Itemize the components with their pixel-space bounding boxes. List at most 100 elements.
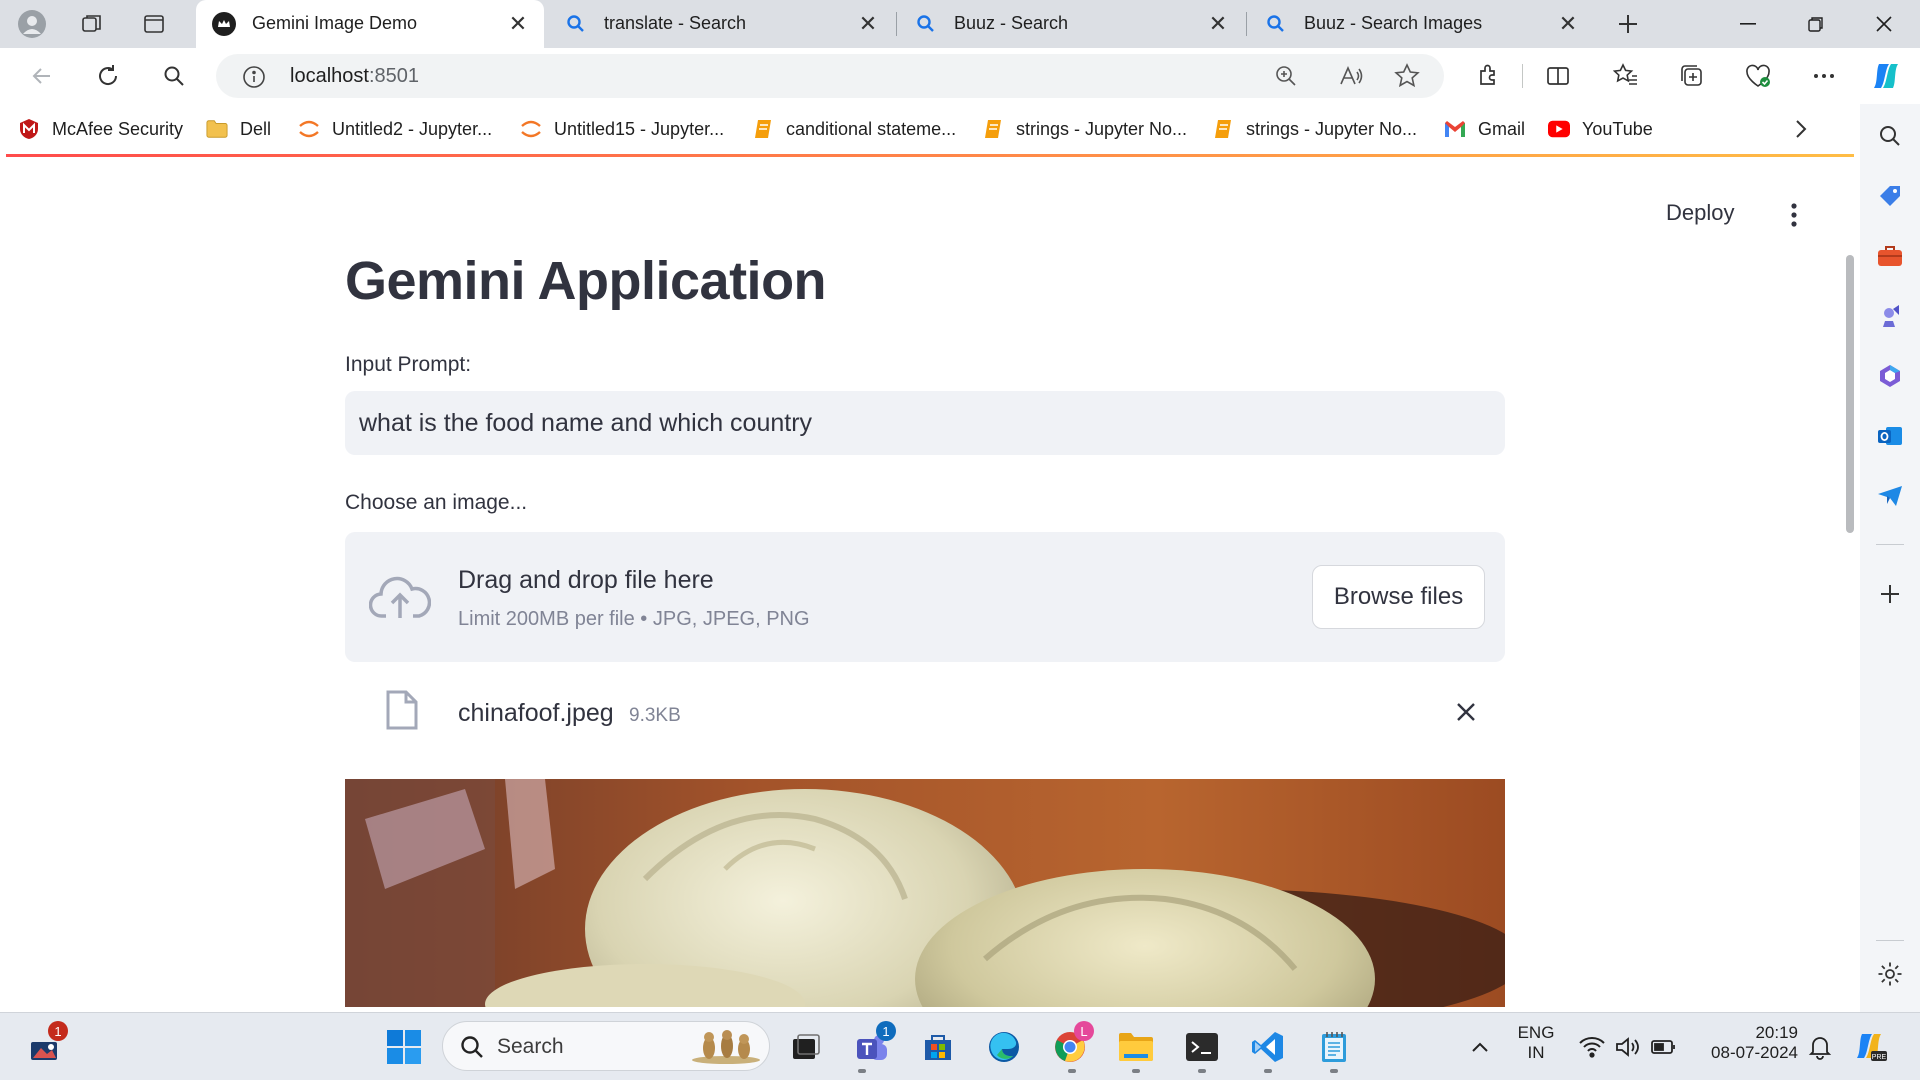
teams-badge: 1 [876, 1021, 896, 1041]
remove-file-icon[interactable] [1451, 697, 1481, 727]
tab-gemini-image-demo[interactable]: Gemini Image Demo ✕ [196, 0, 544, 48]
send-telegram-icon[interactable] [1874, 480, 1906, 512]
terminal-icon[interactable] [1182, 1027, 1222, 1067]
jupyter-icon [520, 118, 542, 140]
site-info-icon[interactable] [242, 65, 266, 94]
scrollbar-thumb[interactable] [1846, 255, 1854, 533]
svg-text:PRE: PRE [1872, 1054, 1887, 1061]
tab-translate-search[interactable]: translate - Search ✕ [548, 0, 894, 48]
bookmark-mcafee-security[interactable]: McAfee Security [18, 116, 183, 142]
collections-icon[interactable] [1674, 58, 1710, 94]
taskbar-search-placeholder: Search [497, 1035, 564, 1058]
sidebar-separator [1876, 940, 1904, 941]
copilot-preview-icon[interactable]: PRE [1850, 1027, 1890, 1067]
profile-avatar-icon[interactable] [16, 8, 48, 40]
bookmark-untitled2-jupyter[interactable]: Untitled2 - Jupyter... [298, 116, 492, 142]
notepad-icon[interactable] [1314, 1027, 1354, 1067]
language-indicator[interactable]: ENG IN [1512, 1023, 1560, 1063]
address-bar[interactable]: localhost:8501 [216, 54, 1444, 98]
restore-icon[interactable] [1784, 0, 1848, 48]
deploy-button[interactable]: Deploy [1666, 200, 1734, 226]
shopping-tag-icon[interactable] [1874, 180, 1906, 212]
gmail-icon [1444, 118, 1466, 140]
settings-gear-icon[interactable] [1874, 958, 1906, 990]
tools-briefcase-icon[interactable] [1874, 240, 1906, 272]
bookmarks-bar: McAfee Security Dell Untitled2 - Jupyter… [0, 104, 1860, 154]
tab-buuz-search-images[interactable]: Buuz - Search Images ✕ [1248, 0, 1594, 48]
address-url[interactable]: localhost:8501 [290, 65, 419, 88]
tab-title: translate - Search [604, 13, 747, 33]
notifications-icon[interactable] [1800, 1027, 1840, 1067]
page-scrollbar[interactable] [1844, 157, 1854, 1007]
browse-files-button[interactable]: Browse files [1312, 565, 1485, 629]
windows-start-icon[interactable] [384, 1027, 424, 1067]
youtube-icon [1548, 118, 1570, 140]
clock[interactable]: 20:19 08-07-2024 [1700, 1023, 1798, 1063]
tab-buuz-search[interactable]: Buuz - Search ✕ [898, 0, 1244, 48]
wifi-icon[interactable] [1572, 1027, 1612, 1067]
minimize-icon[interactable] [1716, 0, 1780, 48]
extensions-icon[interactable] [1470, 58, 1506, 94]
chevron-right-icon[interactable] [1788, 116, 1814, 142]
chrome-icon[interactable]: L [1050, 1021, 1094, 1067]
search-icon[interactable] [156, 58, 192, 94]
main-menu-icon[interactable] [1782, 199, 1806, 231]
explorer-running-indicator [1132, 1069, 1140, 1073]
bing-search-icon [914, 12, 938, 36]
bookmark-canditional-statements[interactable]: canditional stateme... [752, 116, 956, 142]
terminal-running-indicator [1198, 1069, 1206, 1073]
file-name: chinafoof.jpeg [458, 699, 614, 727]
file-explorer-icon[interactable] [1116, 1027, 1156, 1067]
widgets-icon[interactable]: 1 [26, 1021, 68, 1067]
teams-icon[interactable]: 1 [852, 1021, 896, 1067]
close-window-icon[interactable] [1852, 0, 1916, 48]
browser-essentials-icon[interactable] [1740, 58, 1776, 94]
workspaces-icon[interactable] [76, 8, 108, 40]
bookmark-strings-jupyter-1[interactable]: strings - Jupyter No... [982, 116, 1187, 142]
search-icon[interactable] [1874, 120, 1906, 152]
prompt-input[interactable] [345, 391, 1505, 455]
close-tab-icon[interactable]: ✕ [1554, 10, 1582, 38]
bookmark-strings-jupyter-2[interactable]: strings - Jupyter No... [1212, 116, 1417, 142]
bookmark-untitled15-jupyter[interactable]: Untitled15 - Jupyter... [520, 116, 724, 142]
vertical-tabs-icon[interactable] [138, 8, 170, 40]
favorites-icon[interactable] [1608, 58, 1644, 94]
bookmark-youtube[interactable]: YouTube [1548, 116, 1653, 142]
edge-browser-icon[interactable] [984, 1027, 1024, 1067]
clock-time: 20:19 [1755, 1023, 1798, 1042]
taskbar-search-box[interactable]: Search [442, 1021, 770, 1071]
tab-title: Buuz - Search Images [1304, 13, 1483, 33]
read-aloud-icon[interactable] [1338, 64, 1364, 93]
outlook-icon[interactable] [1874, 420, 1906, 452]
add-icon[interactable] [1874, 578, 1906, 610]
battery-icon[interactable] [1644, 1027, 1684, 1067]
mcafee-icon [18, 118, 40, 140]
bookmark-gmail[interactable]: Gmail [1444, 116, 1525, 142]
volume-icon[interactable] [1608, 1027, 1648, 1067]
task-view-icon[interactable] [786, 1027, 826, 1067]
close-tab-icon[interactable]: ✕ [1204, 10, 1232, 38]
uploaded-image-preview [345, 779, 1505, 1007]
tab-title: Buuz - Search [954, 13, 1069, 33]
copilot-icon[interactable] [1868, 58, 1904, 94]
new-tab-icon[interactable] [1612, 8, 1644, 40]
file-dropzone[interactable]: Drag and drop file here Limit 200MB per … [345, 532, 1505, 662]
chevron-up-icon[interactable] [1460, 1027, 1500, 1067]
close-tab-icon[interactable]: ✕ [854, 10, 882, 38]
back-arrow-icon[interactable] [24, 58, 60, 94]
microsoft-365-icon[interactable] [1874, 360, 1906, 392]
widgets-badge: 1 [48, 1021, 68, 1041]
tab-separator [896, 12, 897, 36]
favorite-star-icon[interactable] [1394, 63, 1420, 94]
split-screen-icon[interactable] [1540, 58, 1576, 94]
vscode-icon[interactable] [1248, 1027, 1288, 1067]
more-options-icon[interactable] [1806, 58, 1842, 94]
close-tab-icon[interactable]: ✕ [504, 10, 532, 38]
microsoft-store-icon[interactable] [918, 1027, 958, 1067]
games-icon[interactable] [1874, 300, 1906, 332]
bookmark-dell[interactable]: Dell [206, 116, 271, 142]
zoom-icon[interactable] [1274, 64, 1298, 93]
refresh-icon[interactable] [90, 58, 126, 94]
uploaded-file-row: chinafoof.jpeg 9.3KB [345, 677, 1505, 747]
search-highlight-meerkats-icon [691, 1028, 761, 1069]
